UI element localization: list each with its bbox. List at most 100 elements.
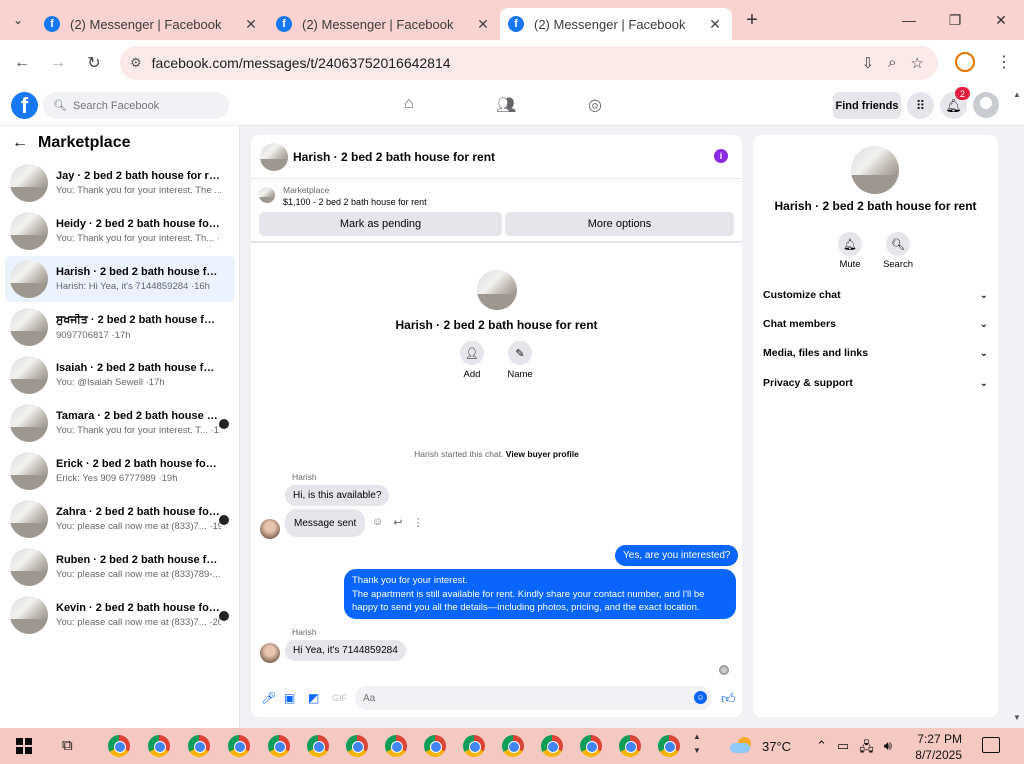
notification-center-icon[interactable]: [982, 737, 1000, 753]
volume-icon[interactable]: 🔊︎: [884, 738, 892, 760]
listing-price-title[interactable]: $1,100 - 2 bed 2 bath house for rent: [283, 197, 427, 207]
menu-grid-icon[interactable]: ⠿: [907, 92, 934, 119]
home-icon[interactable]: ⌂: [404, 95, 414, 113]
chat-avatar[interactable]: [260, 142, 288, 171]
section-customize-chat[interactable]: Customize chat ⌄: [763, 289, 988, 301]
incoming-message[interactable]: Hi Yea, it's 7144859284: [285, 640, 406, 661]
show-hidden-icons-chevron-icon[interactable]: ⌃: [816, 738, 827, 760]
clock[interactable]: 7:27 PM 8/7/2025: [908, 731, 962, 763]
facebook-search[interactable]: 🔍︎: [43, 92, 229, 119]
conversation-item[interactable]: Tamara · 2 bed 2 bath house for... You: T…: [5, 400, 235, 446]
profile-thumbnail[interactable]: [476, 270, 517, 310]
restore-icon[interactable]: ❐: [932, 0, 978, 40]
groups-icon[interactable]: ◎: [588, 95, 602, 115]
browser-menu-icon[interactable]: ⋮: [996, 52, 1012, 72]
chrome-app-icon[interactable]: [268, 735, 290, 757]
meet-now-icon[interactable]: ▭: [837, 738, 849, 760]
incoming-message[interactable]: Message sent: [285, 509, 366, 537]
tab-search-chevron-icon[interactable]: ⌄: [0, 0, 36, 40]
sticker-icon[interactable]: ◩: [308, 691, 319, 705]
chrome-app-icon[interactable]: [541, 735, 563, 757]
info-icon[interactable]: i: [714, 149, 728, 163]
bell-icon[interactable]: 🔔︎: [838, 232, 862, 256]
listing-thumbnail[interactable]: [259, 187, 275, 203]
chrome-app-icon[interactable]: [385, 735, 407, 757]
search-icon[interactable]: 🔍︎: [886, 232, 910, 256]
browser-tab-3[interactable]: f (2) Messenger | Facebook ✕: [500, 8, 732, 40]
url-text[interactable]: facebook.com/messages/t/2406375201664281…: [152, 55, 862, 71]
close-tab-icon[interactable]: ✕: [706, 16, 724, 33]
microphone-icon[interactable]: 🎤︎: [261, 691, 276, 705]
chrome-app-icon[interactable]: [463, 735, 485, 757]
thumbs-up-icon[interactable]: 👍︎: [721, 690, 736, 707]
conversation-item[interactable]: Ruben · 2 bed 2 bath house for rent You: …: [5, 544, 235, 590]
section-media-files-links[interactable]: Media, files and links ⌄: [763, 347, 988, 359]
message-input[interactable]: [363, 692, 683, 704]
install-app-icon[interactable]: ⇩: [862, 54, 875, 72]
conversation-item[interactable]: Erick · 2 bed 2 bath house for rent Erick…: [5, 448, 235, 494]
conversation-item[interactable]: Isaiah · 2 bed 2 bath house for rent You:…: [5, 352, 235, 398]
pencil-icon[interactable]: ✎: [508, 341, 532, 365]
minimize-icon[interactable]: —: [886, 0, 932, 40]
name-action[interactable]: ✎ Name: [490, 341, 550, 380]
chrome-app-icon[interactable]: [502, 735, 524, 757]
chrome-app-icon[interactable]: [658, 735, 680, 757]
section-chat-members[interactable]: Chat members ⌄: [763, 318, 988, 330]
account-avatar[interactable]: [973, 92, 999, 118]
back-arrow-icon[interactable]: ←: [12, 134, 28, 152]
network-icon[interactable]: 🖧︎: [859, 738, 874, 760]
more-options-button[interactable]: More options: [505, 212, 734, 236]
incoming-message[interactable]: Hi, is this available?: [285, 485, 390, 506]
more-icon[interactable]: ⋮: [412, 516, 423, 529]
emoji-icon[interactable]: ☺: [694, 691, 707, 704]
browser-tab-2[interactable]: f (2) Messenger | Facebook ✕: [268, 8, 500, 40]
temperature[interactable]: 37°C: [762, 739, 791, 754]
conversation-item[interactable]: Harish · 2 bed 2 bath house for rent Hari…: [5, 256, 235, 302]
friends-icon[interactable]: 👥︎: [496, 95, 516, 115]
chrome-app-icon[interactable]: [580, 735, 602, 757]
reply-icon[interactable]: ↩: [393, 516, 402, 529]
scroll-down-arrow-icon[interactable]: ▼: [1013, 713, 1021, 722]
zoom-icon[interactable]: ⌕: [888, 54, 896, 72]
browser-profile-icon[interactable]: [955, 52, 975, 72]
chrome-app-icon[interactable]: [307, 735, 329, 757]
mute-action[interactable]: 🔔︎ Mute: [825, 232, 875, 270]
reload-icon[interactable]: ↻: [76, 53, 112, 73]
photo-icon[interactable]: ▣: [284, 691, 295, 705]
find-friends-button[interactable]: Find friends: [833, 92, 901, 119]
scroll-up-arrow-icon[interactable]: ▲: [1013, 90, 1021, 99]
message-input-box[interactable]: ☺: [355, 686, 712, 710]
chrome-app-icon[interactable]: [188, 735, 210, 757]
back-icon[interactable]: ←: [4, 54, 40, 72]
close-window-icon[interactable]: ✕: [978, 0, 1024, 40]
section-privacy-support[interactable]: Privacy & support ⌄: [763, 377, 988, 389]
taskbar-scroll-arrows[interactable]: ▲ ▼: [693, 730, 701, 758]
conversation-item[interactable]: Jay · 2 bed 2 bath house for rent You: Th…: [5, 160, 235, 206]
sender-avatar[interactable]: [260, 643, 280, 663]
mark-as-pending-button[interactable]: Mark as pending: [259, 212, 502, 236]
chat-title[interactable]: Harish · 2 bed 2 bath house for rent: [293, 150, 495, 164]
outgoing-message-long[interactable]: Thank you for your interest. The apartme…: [344, 569, 736, 619]
close-tab-icon[interactable]: ✕: [474, 16, 492, 33]
conversation-item[interactable]: Kevin · 2 bed 2 bath house for r... You: …: [5, 592, 235, 638]
sender-avatar[interactable]: [260, 519, 280, 539]
chrome-app-icon[interactable]: [346, 735, 368, 757]
search-input[interactable]: [72, 99, 223, 112]
windows-start-icon[interactable]: [16, 738, 32, 754]
conversation-item[interactable]: Zahra · 2 bed 2 bath house for r... You: …: [5, 496, 235, 542]
conversation-item[interactable]: ਸੁਖਜੀਤ · 2 bed 2 bath house for rent 9097…: [5, 304, 235, 350]
view-buyer-profile-link[interactable]: View buyer profile: [506, 449, 579, 459]
task-view-icon[interactable]: ⧉: [62, 737, 73, 754]
conversation-item[interactable]: Heidy · 2 bed 2 bath house for rent You: …: [5, 208, 235, 254]
weather-icon[interactable]: [730, 737, 752, 755]
site-info-icon[interactable]: ⚙: [130, 55, 142, 71]
close-tab-icon[interactable]: ✕: [242, 16, 260, 33]
react-emoji-icon[interactable]: ☺: [372, 516, 383, 529]
chrome-app-icon[interactable]: [228, 735, 250, 757]
address-bar[interactable]: ⚙ facebook.com/messages/t/24063752016642…: [120, 46, 938, 80]
browser-tab-1[interactable]: f (2) Messenger | Facebook ✕: [36, 8, 268, 40]
chrome-app-icon[interactable]: [424, 735, 446, 757]
facebook-logo-icon[interactable]: f: [11, 92, 38, 119]
chrome-app-icon[interactable]: [619, 735, 641, 757]
chrome-app-icon[interactable]: [148, 735, 170, 757]
